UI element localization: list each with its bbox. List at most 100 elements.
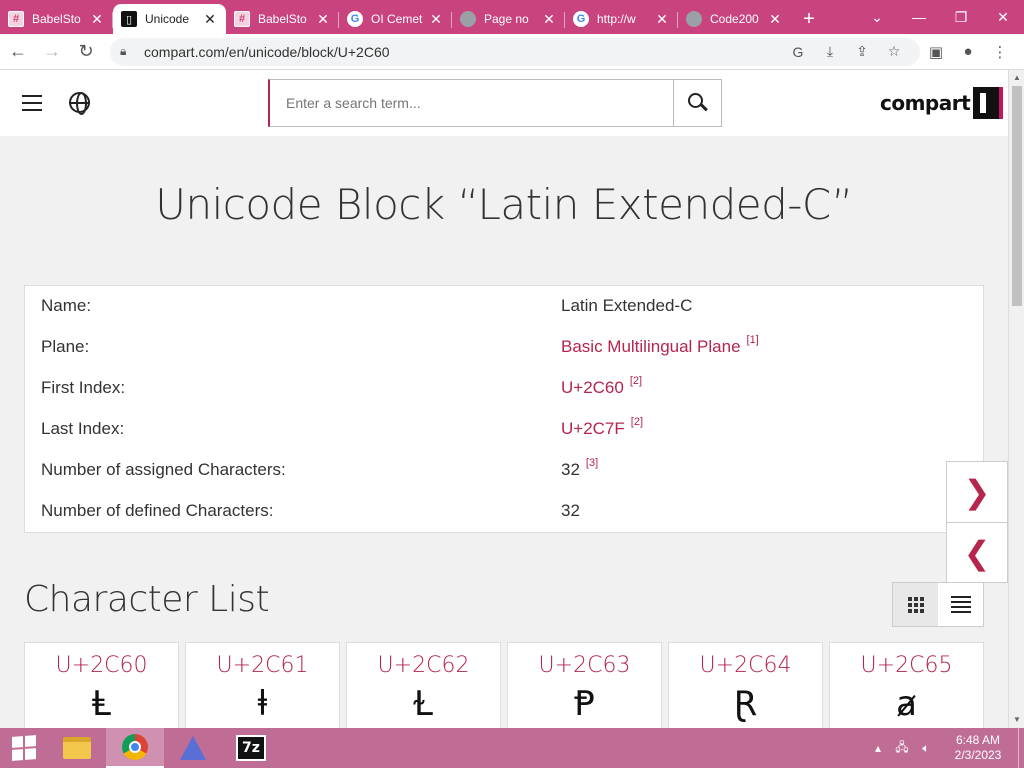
close-icon[interactable]: ✕ [89,11,105,28]
character-code[interactable]: U+2C65 [830,653,983,678]
close-icon[interactable]: ✕ [428,11,444,28]
tab-search-icon[interactable]: ⌄ [856,9,898,26]
character-code[interactable]: U+2C61 [186,653,339,678]
info-row-first-index: First Index: U+2C60 [2] [41,375,971,404]
babelstone-icon: # [234,11,250,27]
clock[interactable]: 6:48 AM 2/3/2023 [938,733,1018,763]
tab-unicode[interactable]: ▯ Unicode ✕ [113,4,226,34]
volume-icon[interactable]: 🔈︎ [914,741,938,756]
info-key: Plane: [41,337,90,356]
lock-icon[interactable]: 🔒︎ [120,44,136,59]
close-window-icon[interactable]: ✕ [982,9,1024,26]
system-tray: ▴ 🖧︎ 🔈︎ 6:48 AM 2/3/2023 [866,728,1024,768]
info-value-link[interactable]: U+2C60 [2] [561,375,642,398]
character-code[interactable]: U+2C63 [508,653,661,678]
scroll-down-icon[interactable]: ▼ [1009,712,1024,728]
close-icon[interactable]: ✕ [654,11,670,28]
character-code[interactable]: U+2C64 [669,653,822,678]
info-key: First Index: [41,378,126,397]
tab-title: http://w [597,12,636,26]
search-input[interactable] [270,80,673,126]
footnote-ref[interactable]: [1] [747,334,759,346]
info-row-last-index: Last Index: U+2C7F [2] [41,416,971,445]
forward-button[interactable]: → [36,36,68,68]
address-bar[interactable]: 🔒︎ compart.com/en/unicode/block/U+2C60 G… [110,37,920,66]
tab-page-not-found[interactable]: Page no ✕ [452,4,565,34]
tab-babelstone-1[interactable]: # BabelSto ✕ [0,4,113,34]
file-explorer-button[interactable] [48,728,106,768]
language-globe-icon[interactable] [69,92,90,115]
info-value: Latin Extended-C [561,296,693,315]
minimize-icon[interactable]: — [898,9,940,25]
profile-avatar-icon[interactable]: ● [952,43,984,60]
start-button[interactable] [0,728,48,768]
tab-title: Unicode [145,12,190,26]
character-card[interactable]: U+2C64 Ɽ [668,642,823,728]
close-icon[interactable]: ✕ [541,11,557,28]
character-code[interactable]: U+2C60 [25,653,178,678]
close-icon[interactable]: ✕ [315,11,331,28]
window-controls: ⌄ — ❐ ✕ [856,0,1024,34]
first-index-link[interactable]: U+2C60 [561,378,624,397]
character-card[interactable]: U+2C63 Ᵽ [507,642,662,728]
google-icon: G [347,11,363,27]
footnote-ref[interactable]: [2] [631,416,643,428]
close-icon[interactable]: ✕ [767,11,783,28]
tray-overflow-icon[interactable]: ▴ [866,741,890,755]
tab-code2000[interactable]: Code200 ✕ [678,4,791,34]
new-tab-button[interactable]: + [791,4,827,34]
app-taskbar-button[interactable] [164,728,222,768]
previous-block-chevron-left-icon[interactable]: ❮ [947,522,1007,582]
info-value-link[interactable]: Basic Multilingual Plane [1] [561,334,759,357]
tab-oi-cemetery[interactable]: G OI Cemet ✕ [339,4,452,34]
view-toggle [892,582,984,627]
compart-logo[interactable]: compart [880,86,1004,120]
logo-text: compart [880,91,971,115]
character-card[interactable]: U+2C61 ⱡ [185,642,340,728]
tab-http[interactable]: G http://w ✕ [565,4,678,34]
tab-title: Page no [484,12,529,26]
info-value-link[interactable]: U+2C7F [2] [561,416,643,439]
network-icon[interactable]: 🖧︎ [890,738,914,759]
menu-kebab-icon[interactable]: ⋮ [984,43,1016,61]
side-panel-icon[interactable]: ▣ [920,43,952,61]
page-scrollbar[interactable]: ▲ ▼ [1008,70,1024,728]
hamburger-menu-icon[interactable] [22,95,42,111]
tab-babelstone-2[interactable]: # BabelSto ✕ [226,4,339,34]
grid-view-button[interactable] [893,583,938,626]
7zip-taskbar-button[interactable]: 7z [222,728,280,768]
footnote-ref[interactable]: [3] [586,457,598,469]
bookmark-star-icon[interactable]: ☆ [878,43,910,60]
search-button[interactable] [673,80,721,126]
scrollbar-thumb[interactable] [1012,86,1022,306]
list-view-button[interactable] [938,583,983,626]
footnote-ref[interactable]: [2] [630,375,642,387]
windows-logo-icon [12,735,36,761]
scroll-up-icon[interactable]: ▲ [1009,70,1024,86]
chrome-taskbar-button[interactable] [106,728,164,768]
page-content: Unicode Block “Latin Extended-C” Name: L… [0,136,1008,728]
info-row-name: Name: Latin Extended-C [41,296,971,322]
character-card[interactable]: U+2C62 Ɫ [346,642,501,728]
google-lens-icon[interactable]: G [782,44,814,60]
character-card[interactable]: U+2C60 Ⱡ [24,642,179,728]
plane-link[interactable]: Basic Multilingual Plane [561,337,741,356]
character-card[interactable]: U+2C65 ⱥ [829,642,984,728]
character-glyph: Ɽ [733,684,758,724]
character-code[interactable]: U+2C62 [347,653,500,678]
last-index-link[interactable]: U+2C7F [561,419,625,438]
block-navigation: ❯ ❮ [946,461,1008,583]
url-text[interactable]: compart.com/en/unicode/block/U+2C60 [144,44,782,60]
babelstone-icon: # [8,11,24,27]
share-icon[interactable]: ⇪ [846,43,878,60]
back-button[interactable]: ← [2,36,34,68]
close-icon[interactable]: ✕ [202,11,218,28]
show-desktop-button[interactable] [1018,728,1024,768]
install-icon[interactable]: ⤓ [814,43,846,60]
next-block-chevron-right-icon[interactable]: ❯ [947,462,1007,522]
info-row-assigned: Number of assigned Characters: 32 [3] [41,457,971,486]
folder-icon [63,737,91,759]
info-key: Name: [41,296,92,315]
restore-icon[interactable]: ❐ [940,9,982,26]
reload-button[interactable]: ↻ [70,36,102,68]
